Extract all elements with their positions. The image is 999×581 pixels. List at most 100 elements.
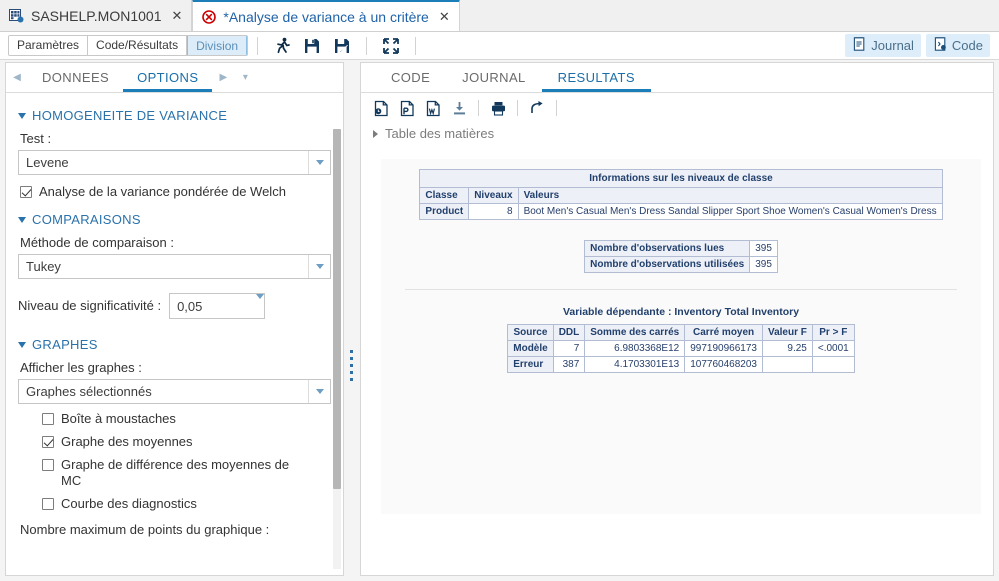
chevron-down-icon[interactable] xyxy=(308,151,330,174)
scrollbar-thumb[interactable] xyxy=(333,129,341,489)
export-word-icon[interactable] xyxy=(421,97,445,119)
options-panel-scrollbar[interactable] xyxy=(333,129,341,569)
graph-option-row[interactable]: Graphe de différence des moyennes de MC xyxy=(42,457,331,489)
export-pdf-icon[interactable] xyxy=(395,97,419,119)
cell-source-modele: Modèle xyxy=(507,340,554,357)
boxplot-checkbox[interactable] xyxy=(42,413,54,425)
anova-table-wrap: Source DDL Somme des carrés Carré moyen … xyxy=(381,324,981,373)
col-somme-carres: Somme des carrés xyxy=(584,324,686,341)
chevron-down-icon[interactable] xyxy=(308,380,330,403)
cell-f-modele: 9.25 xyxy=(761,340,813,357)
section-header-homogeneity[interactable]: HOMOGENEITE DE VARIANCE xyxy=(18,108,331,123)
method-select[interactable]: Tukey xyxy=(18,254,331,279)
class-levels-title: Informations sur les niveaux de classe xyxy=(419,169,943,188)
observations-table: Nombre d'observations lues 395 Nombre d'… xyxy=(584,240,778,273)
close-icon[interactable]: ✕ xyxy=(439,9,450,25)
view-mode-segmented-control: Paramètres Code/Résultats Division xyxy=(8,35,249,56)
splitter-handle[interactable] xyxy=(350,350,354,385)
table-row: Classe Niveaux Valeurs xyxy=(419,187,943,204)
section-title: COMPARAISONS xyxy=(32,212,141,227)
download-icon[interactable] xyxy=(447,97,471,119)
table-of-contents-label: Table des matières xyxy=(385,126,495,141)
lsmeans-diff-checkbox[interactable] xyxy=(42,459,54,471)
log-icon xyxy=(852,37,866,54)
export-html-icon[interactable] xyxy=(369,97,393,119)
table-row: Informations sur les niveaux de classe xyxy=(419,169,943,188)
col-classe: Classe xyxy=(419,187,470,204)
tab-resultats[interactable]: RESULTATS xyxy=(541,63,651,92)
cell-ms-erreur: 107760468203 xyxy=(684,356,763,373)
run-icon[interactable] xyxy=(272,36,292,56)
graph-option-row[interactable]: Courbe des diagnostics xyxy=(42,496,331,512)
toolbar-separator xyxy=(415,36,417,55)
segbtn-code-resultats[interactable]: Code/Résultats xyxy=(88,36,188,55)
tab-donnees[interactable]: DONNEES xyxy=(28,63,123,92)
table-row: Nombre d'observations utilisées 395 xyxy=(584,256,778,273)
toolbar-separator xyxy=(257,36,259,55)
display-graphs-label: Afficher les graphes : xyxy=(20,360,142,375)
caret-down-icon xyxy=(18,216,26,223)
section-header-comparisons[interactable]: COMPARAISONS xyxy=(18,212,331,227)
section-header-graphs[interactable]: GRAPHES xyxy=(18,337,331,352)
panel-splitter[interactable] xyxy=(348,62,356,576)
code-button-label: Code xyxy=(951,38,983,53)
lsmeans-diff-label: Graphe de différence des moyennes de MC xyxy=(61,457,290,488)
chevron-left-icon[interactable]: ◀ xyxy=(6,72,28,83)
sas-studio-window: SASHELP.MON1001 ✕ *Analyse de variance à… xyxy=(0,0,999,581)
window-tab-label: *Analyse de variance à un critère xyxy=(223,8,429,25)
table-grid-icon xyxy=(9,8,24,23)
options-panel-tabs: ◀ DONNEES OPTIONS ▶ ▾ xyxy=(6,63,343,93)
method-label: Méthode de comparaison : xyxy=(20,235,174,250)
welch-checkbox-row[interactable]: Analyse de la variance pondérée de Welch xyxy=(20,184,331,200)
chevron-down-icon[interactable]: ▾ xyxy=(234,72,256,83)
print-icon[interactable] xyxy=(486,97,510,119)
dependent-variable-title: Variable dépendante : Inventory Total In… xyxy=(562,306,800,318)
tab-journal[interactable]: JOURNAL xyxy=(446,63,541,92)
chevron-right-icon[interactable]: ▶ xyxy=(212,72,234,83)
alpha-stepper[interactable]: 0,05 xyxy=(169,293,266,319)
means-plot-checkbox[interactable] xyxy=(42,436,54,448)
obs-read-label: Nombre d'observations lues xyxy=(584,240,751,257)
cell-f-erreur xyxy=(761,356,813,373)
caret-down-icon xyxy=(18,112,26,119)
maximize-icon[interactable] xyxy=(381,36,401,56)
diagnostics-checkbox[interactable] xyxy=(42,498,54,510)
cell-ms-modele: 997190966173 xyxy=(684,340,763,357)
journal-button[interactable]: Journal xyxy=(845,34,921,57)
chevron-down-icon[interactable] xyxy=(308,255,330,278)
obs-read-value: 395 xyxy=(749,240,778,257)
code-button[interactable]: Code xyxy=(925,34,990,57)
error-circle-icon xyxy=(202,9,217,24)
tab-options[interactable]: OPTIONS xyxy=(123,63,213,92)
col-pr-f: Pr > F xyxy=(811,324,855,341)
boxplot-label: Boîte à moustaches xyxy=(61,411,176,426)
display-graphs-select[interactable]: Graphes sélectionnés xyxy=(18,379,331,404)
tab-code[interactable]: CODE xyxy=(375,63,446,92)
window-tab-label: SASHELP.MON1001 xyxy=(31,7,162,24)
results-toolbar xyxy=(361,93,993,123)
table-row: Modèle 7 6.9803368E12 997190966173 9.25 … xyxy=(507,340,855,357)
observations-table-wrap: Nombre d'observations lues 395 Nombre d'… xyxy=(381,240,981,273)
welch-checkbox[interactable] xyxy=(20,186,32,198)
chevron-down-icon[interactable] xyxy=(256,293,265,314)
graph-option-row[interactable]: Graphe des moyennes xyxy=(42,434,331,450)
options-panel-body: HOMOGENEITE DE VARIANCE Test : Levene An… xyxy=(6,93,343,575)
max-points-label: Nombre maximum de points du graphique : xyxy=(20,522,270,537)
open-new-window-icon[interactable] xyxy=(525,97,549,119)
segbtn-parametres[interactable]: Paramètres xyxy=(9,36,89,55)
segbtn-division[interactable]: Division xyxy=(187,36,248,55)
table-of-contents-toggle[interactable]: Table des matières xyxy=(361,123,993,141)
results-panel-tabs: CODE JOURNAL RESULTATS xyxy=(361,63,993,93)
close-icon[interactable]: ✕ xyxy=(171,8,182,24)
graph-option-row[interactable]: Boîte à moustaches xyxy=(42,411,331,427)
window-tab-dataset[interactable]: SASHELP.MON1001 ✕ xyxy=(0,0,193,31)
save-icon[interactable] xyxy=(302,36,322,56)
table-row: Product 8 Boot Men's Casual Men's Dress … xyxy=(419,203,943,220)
toolbar-separator xyxy=(517,100,518,116)
cell-classe: Product xyxy=(419,203,470,220)
window-tab-anova[interactable]: *Analyse de variance à un critère ✕ xyxy=(192,0,460,31)
cell-valeurs: Boot Men's Casual Men's Dress Sandal Sli… xyxy=(517,203,943,220)
save-as-icon[interactable] xyxy=(332,36,352,56)
results-output-area: Informations sur les niveaux de classe C… xyxy=(381,159,981,514)
test-select[interactable]: Levene xyxy=(18,150,331,175)
